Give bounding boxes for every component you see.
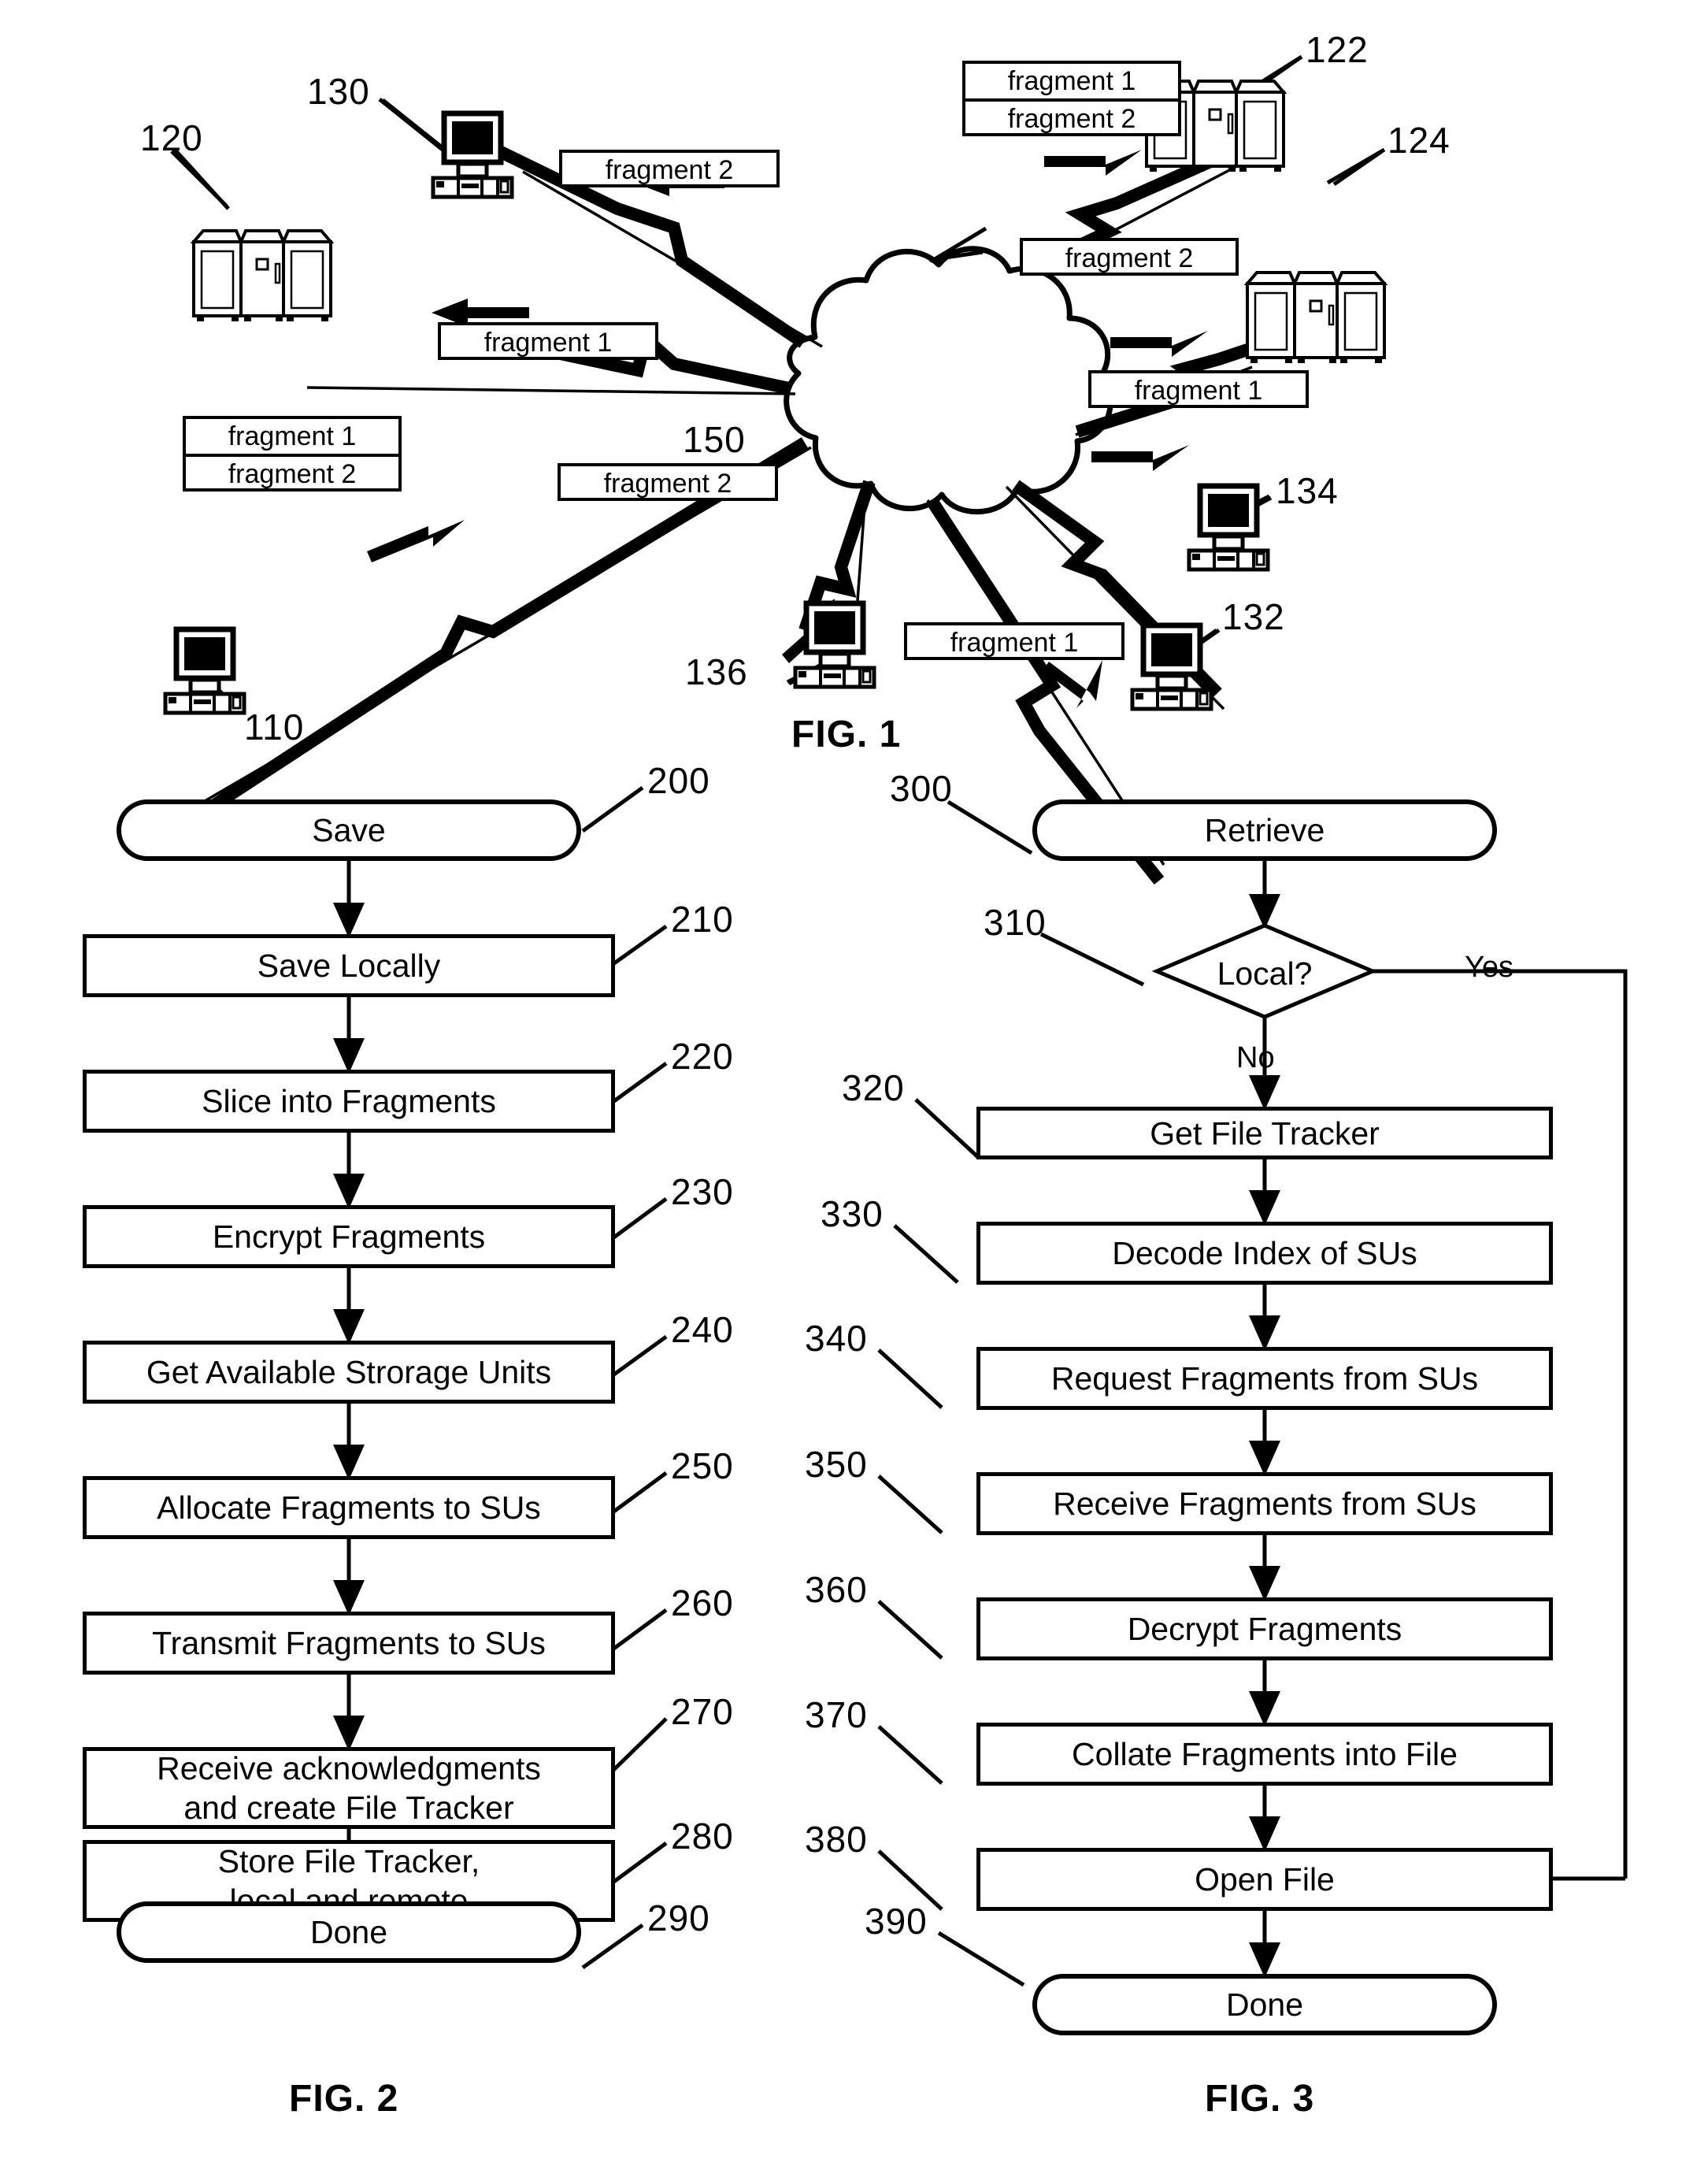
fragment-label-row: fragment 2 — [605, 155, 734, 185]
fig3-step-decrypt-fragments[interactable]: Decrypt Fragments — [976, 1597, 1553, 1660]
fragment-label-134: fragment 1 — [1088, 370, 1309, 408]
fig3-terminator-done[interactable]: Done — [1032, 1974, 1497, 2035]
reference-numeral-370: 370 — [805, 1694, 868, 1735]
reference-numeral-280: 280 — [671, 1816, 734, 1857]
reference-numeral-150: 150 — [683, 419, 746, 460]
fragment-label-row: fragment 1 — [950, 628, 1079, 658]
fragment-label-row: fragment 1 — [484, 328, 613, 358]
fragment-label-110: fragment 1 fragment 2 — [183, 416, 402, 492]
fig3-connectors — [1151, 861, 1628, 1978]
reference-numeral-132: 132 — [1222, 596, 1285, 637]
fragment-label-row: fragment 2 — [186, 454, 398, 492]
workstation-134[interactable] — [1181, 483, 1276, 573]
fragment-label-row: fragment 2 — [965, 98, 1178, 136]
fig3-step-get-file-tracker[interactable]: Get File Tracker — [976, 1107, 1553, 1159]
workstation-136[interactable] — [787, 600, 882, 691]
fig3-decision-local[interactable]: Local? — [1215, 955, 1314, 992]
fig3-step-open-file[interactable]: Open File — [976, 1848, 1553, 1911]
reference-numeral-122: 122 — [1306, 29, 1369, 70]
reference-numeral-300: 300 — [890, 768, 953, 809]
fig3-branch-yes: Yes — [1465, 951, 1513, 984]
fig3-step-collate-fragments-into-file[interactable]: Collate Fragments into File — [976, 1723, 1553, 1786]
fragment-label-row: fragment 2 — [1065, 243, 1194, 273]
fragment-label-124: fragment 2 — [1020, 238, 1239, 276]
storage-unit-120[interactable] — [189, 224, 339, 323]
reference-numeral-240: 240 — [671, 1309, 734, 1350]
fragment-label-136: fragment 2 — [558, 463, 778, 501]
fig3-step-request-fragments-from-sus[interactable]: Request Fragments from SUs — [976, 1347, 1553, 1410]
reference-numeral-130: 130 — [307, 71, 370, 112]
fragment-label-row: fragment 1 — [228, 421, 357, 451]
fig3-branch-no: No — [1236, 1041, 1275, 1074]
fig2-step-slice-into-fragments[interactable]: Slice into Fragments — [83, 1070, 615, 1133]
fragment-label-row: fragment 2 — [603, 469, 732, 499]
fragment-label-130: fragment 2 — [559, 150, 780, 187]
reference-numeral-136: 136 — [685, 651, 748, 692]
fig2-terminator-done[interactable]: Done — [117, 1901, 581, 1963]
fig2-terminator-save[interactable]: Save — [117, 799, 581, 861]
reference-numeral-270: 270 — [671, 1691, 734, 1732]
fig3-step-receive-fragments-from-sus[interactable]: Receive Fragments from SUs — [976, 1472, 1553, 1535]
reference-numeral-310: 310 — [984, 902, 1047, 943]
fig2-step-transmit-fragments-to-sus[interactable]: Transmit Fragments to SUs — [83, 1612, 615, 1675]
fig2-step-receive-acknowledgments[interactable]: Receive acknowledgments and create File … — [83, 1747, 615, 1829]
figure-caption-1: FIG. 1 — [791, 714, 902, 755]
fragment-label-132: fragment 1 — [904, 622, 1124, 660]
reference-numeral-390: 390 — [865, 1901, 928, 1942]
reference-numeral-210: 210 — [671, 899, 734, 940]
figure-caption-2: FIG. 2 — [289, 2078, 399, 2120]
reference-numeral-350: 350 — [805, 1444, 868, 1485]
workstation-130[interactable] — [425, 110, 520, 201]
fig2-step-save-locally[interactable]: Save Locally — [83, 934, 615, 997]
fig2-step-get-available-storage-units[interactable]: Get Available Strorage Units — [83, 1341, 615, 1404]
reference-numeral-260: 260 — [671, 1582, 734, 1623]
reference-numeral-134: 134 — [1276, 470, 1339, 511]
fig3-step-decode-index-of-sus[interactable]: Decode Index of SUs — [976, 1222, 1553, 1285]
fig2-step-line-1: Receive acknowledgments — [157, 1750, 541, 1786]
workstation-110[interactable] — [157, 626, 252, 717]
fragment-label-row: fragment 1 — [1007, 66, 1136, 96]
reference-numeral-220: 220 — [671, 1036, 734, 1077]
reference-numeral-330: 330 — [821, 1193, 884, 1234]
reference-numeral-340: 340 — [805, 1318, 868, 1359]
fragment-label-row: fragment 1 — [1134, 376, 1263, 406]
reference-numeral-250: 250 — [671, 1445, 734, 1486]
fig3-terminator-retrieve[interactable]: Retrieve — [1032, 799, 1497, 861]
fragment-label-122: fragment 1 fragment 2 — [962, 61, 1181, 136]
reference-numeral-200: 200 — [647, 760, 710, 801]
workstation-132[interactable] — [1124, 622, 1219, 713]
fig2-step-allocate-fragments-to-sus[interactable]: Allocate Fragments to SUs — [83, 1476, 615, 1539]
fig2-step-line-1: Store File Tracker, — [217, 1843, 480, 1879]
reference-numeral-230: 230 — [671, 1171, 734, 1212]
fig2-step-encrypt-fragments[interactable]: Encrypt Fragments — [83, 1205, 615, 1268]
reference-numeral-290: 290 — [647, 1897, 710, 1938]
network-cloud-150 — [784, 246, 1113, 515]
storage-unit-124[interactable] — [1243, 266, 1392, 365]
figure-caption-3: FIG. 3 — [1205, 2078, 1315, 2120]
reference-numeral-360: 360 — [805, 1569, 868, 1610]
reference-numeral-120: 120 — [140, 117, 203, 158]
reference-numeral-124: 124 — [1388, 120, 1451, 161]
fragment-label-120: fragment 1 — [438, 322, 658, 360]
patent-figure-sheet: fragment 1 fragment 2 fragment 2 fragmen… — [0, 0, 1708, 2159]
fig2-step-line-2: and create File Tracker — [183, 1790, 514, 1826]
reference-numeral-380: 380 — [805, 1819, 868, 1860]
reference-numeral-320: 320 — [842, 1067, 905, 1108]
reference-numeral-110: 110 — [244, 707, 305, 747]
